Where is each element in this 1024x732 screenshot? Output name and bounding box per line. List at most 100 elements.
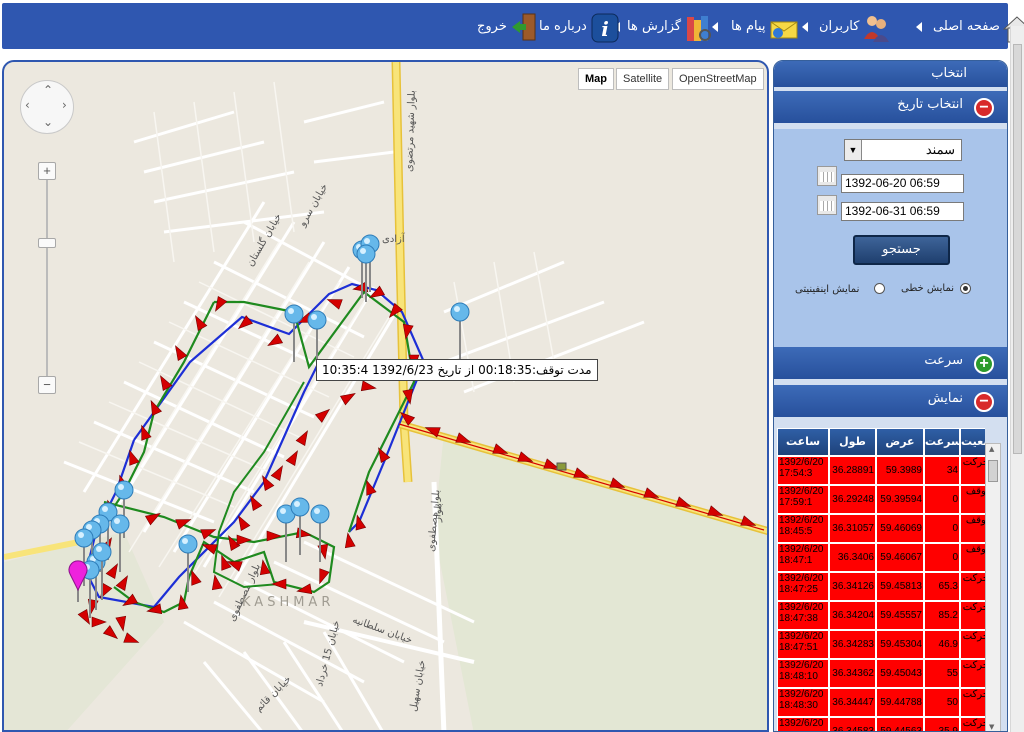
vehicle-select[interactable]: سمند ▼ [844, 139, 962, 161]
info-icon: i [590, 11, 619, 43]
speed-section-label: سرعت [924, 353, 963, 368]
map-pin-icon[interactable] [356, 244, 376, 302]
stop-marker-icon [556, 462, 567, 471]
cell-speed: 55 [924, 659, 960, 688]
date-section-body: سمند ▼ 1392-06-20 06:59 1392-06-31 06:59… [774, 129, 1007, 347]
zoom-out-icon[interactable]: − [38, 376, 56, 394]
table-row[interactable]: 1392/6/20 18:47:136.340659.460670توقف [777, 543, 985, 572]
cell-latitude: 59.46069 [876, 514, 924, 543]
street-label: بلوار مصطفوی [227, 562, 263, 623]
col-speed[interactable]: سرعت [924, 428, 960, 456]
table-row[interactable]: 1392/6/20 17:54:336.2889159.398934حرکت [777, 456, 985, 485]
nav-reports[interactable]: گزارش ها [624, 3, 712, 49]
pan-control-icon[interactable]: ⌃ ⌄ ‹ › [20, 80, 74, 134]
search-button[interactable]: جستجو [853, 235, 950, 265]
cell-latitude: 59.46067 [876, 543, 924, 572]
page-scrollbar[interactable] [1010, 26, 1024, 732]
display-section-header[interactable]: نمایش − [774, 385, 1007, 417]
cell-longitude: 36.34283 [829, 630, 876, 659]
expand-icon[interactable]: + [974, 354, 994, 374]
page-scrollbar-thumb[interactable] [1013, 44, 1022, 454]
top-navigation-bar: صفحه اصلی کاربران پیام ها گزارش ها دربار… [2, 3, 1024, 49]
cell-latitude: 59.39594 [876, 485, 924, 514]
cell-status: توقف [960, 543, 985, 572]
table-scrollbar[interactable]: ▲ ▼ [985, 443, 1001, 731]
street-labels: بلوار شهید مرتضوی خیابان گلستان خیابان س… [227, 90, 445, 714]
cell-status: حرکت [960, 688, 985, 717]
table-row[interactable]: 1392/6/20 18:47:2536.3412659.4581365.3حر… [777, 572, 985, 601]
nav-separator [802, 22, 808, 32]
table-row[interactable]: 1392/6/20 18:47:3836.3420459.4555785.2حر… [777, 601, 985, 630]
direction-arrow-icon [236, 534, 252, 546]
cell-status: حرکت [960, 601, 985, 630]
col-latitude[interactable]: عرض [876, 428, 924, 456]
pan-up-icon[interactable]: ⌃ [43, 83, 53, 97]
col-status[interactable]: وضعیت [960, 428, 985, 456]
date-to-field[interactable]: 1392-06-31 06:59 [841, 202, 964, 221]
town-label: KASHMAR [242, 595, 334, 610]
scroll-down-icon[interactable]: ▼ [989, 723, 994, 731]
cell-longitude: 36.34362 [829, 659, 876, 688]
direction-arrow-icon [285, 450, 298, 467]
table-row[interactable]: 1392/6/20 18:45:536.3105759.460690توقف [777, 514, 985, 543]
pan-left-icon[interactable]: ‹ [25, 98, 30, 112]
col-longitude[interactable]: طول [829, 428, 876, 456]
panel-title: انتخاب [774, 61, 1007, 87]
map-type-osm-button[interactable]: OpenStreetMap [672, 68, 764, 90]
speed-section-header[interactable]: سرعت + [774, 347, 1007, 379]
radio-point-view[interactable] [874, 283, 885, 294]
cell-speed: 0 [924, 485, 960, 514]
radio-line-view[interactable] [960, 283, 971, 294]
date-from-field[interactable]: 1392-06-20 06:59 [841, 174, 964, 193]
zoom-slider[interactable]: + − [38, 162, 56, 398]
map-view[interactable]: بلوار شهید مرتضوی خیابان گلستان خیابان س… [2, 60, 769, 732]
nav-messages[interactable]: پیام ها [728, 3, 797, 49]
nav-messages-label: پیام ها [731, 18, 766, 34]
radio-line-label: نمایش خطی [901, 283, 955, 294]
nav-separator [916, 22, 922, 32]
scroll-up-icon[interactable]: ▲ [989, 445, 994, 453]
map-canvas[interactable]: بلوار شهید مرتضوی خیابان گلستان خیابان س… [4, 62, 769, 732]
cell-longitude: 36.3406 [829, 543, 876, 572]
cell-speed: 34 [924, 456, 960, 485]
table-row[interactable]: 1392/6/20 17:59:136.2924859.395940توقف [777, 485, 985, 514]
table-row[interactable]: 1392/6/20 18:48:1036.3436259.4504355حرکت [777, 659, 985, 688]
cell-longitude: 36.29248 [829, 485, 876, 514]
table-scrollbar-thumb[interactable] [988, 460, 998, 482]
collapse-icon[interactable]: − [974, 98, 994, 118]
col-time[interactable]: ساعت [777, 428, 829, 456]
table-row[interactable]: 1392/6/20 18:48:3036.3444759.4478850حرکت [777, 688, 985, 717]
cell-speed: 0 [924, 543, 960, 572]
cell-status: حرکت [960, 717, 985, 731]
calendar-icon[interactable] [817, 166, 837, 186]
zoom-handle[interactable] [38, 238, 56, 248]
table-row[interactable]: 1392/6/2036.3458359.4456335.9حرکت [777, 717, 985, 731]
stop-duration-tooltip: مدت توقف:00:18:35 از تاریخ 1392/6/23 10:… [316, 359, 598, 381]
nav-about[interactable]: درباره ما i [536, 3, 619, 49]
cell-longitude: 36.28891 [829, 456, 876, 485]
chevron-down-icon[interactable]: ▼ [845, 140, 862, 160]
direction-arrow-icon [211, 574, 223, 591]
nav-logout[interactable]: خروج [474, 3, 536, 49]
date-section-header[interactable]: انتخاب تاریخ − [774, 91, 1007, 123]
table-row[interactable]: 1392/6/20 18:47:5136.3428359.4530446.9حر… [777, 630, 985, 659]
map-pin-icon[interactable] [290, 497, 310, 555]
calendar-icon[interactable] [817, 195, 837, 215]
cell-speed: 50 [924, 688, 960, 717]
zoom-in-icon[interactable]: + [38, 162, 56, 180]
cell-speed: 85.2 [924, 601, 960, 630]
cell-time: 1392/6/20 18:47:25 [777, 572, 829, 601]
cell-status: حرکت [960, 659, 985, 688]
collapse-icon[interactable]: − [974, 392, 994, 412]
pan-down-icon[interactable]: ⌄ [43, 115, 53, 129]
direction-arrow-icon [360, 380, 377, 392]
map-type-map-button[interactable]: Map [578, 68, 614, 90]
map-type-satellite-button[interactable]: Satellite [616, 68, 670, 90]
nav-users[interactable]: کاربران [816, 3, 890, 49]
cell-speed: 35.9 [924, 717, 960, 731]
cell-longitude: 36.34204 [829, 601, 876, 630]
users-icon [862, 11, 890, 42]
cell-latitude: 59.44788 [876, 688, 924, 717]
cell-latitude: 59.45557 [876, 601, 924, 630]
pan-right-icon[interactable]: › [62, 98, 67, 112]
